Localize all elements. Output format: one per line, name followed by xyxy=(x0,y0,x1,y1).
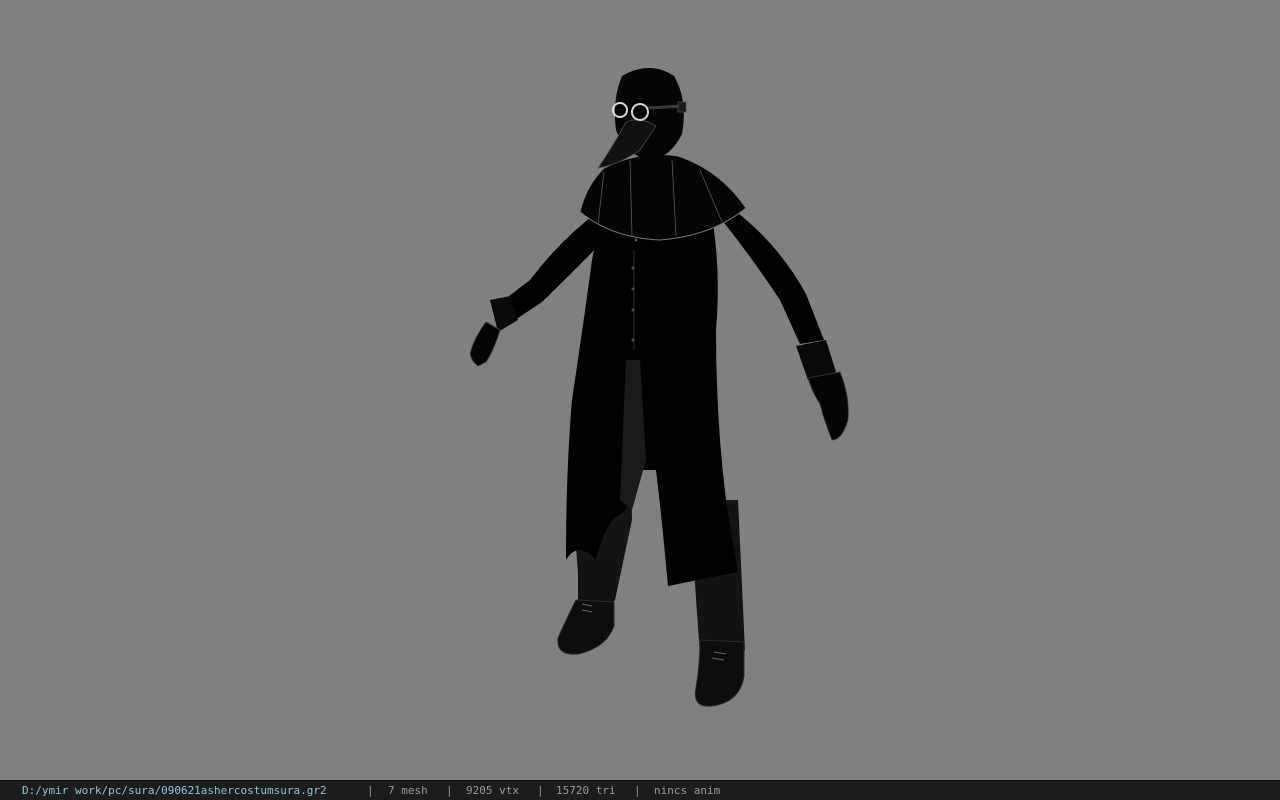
status-bar: D:/ymir work/pc/sura/090621ashercostumsu… xyxy=(0,780,1280,800)
triangle-count: 15720 tri xyxy=(556,784,616,797)
animation-status: nincs anim xyxy=(654,784,721,797)
right-arm xyxy=(702,196,849,441)
status-separator: | xyxy=(446,784,453,797)
character-model xyxy=(469,68,849,707)
vertex-count: 9205 vtx xyxy=(466,784,519,797)
mesh-count: 7 mesh xyxy=(388,784,428,797)
status-separator: | xyxy=(367,784,374,797)
long-coat xyxy=(566,196,738,586)
status-separator: | xyxy=(634,784,641,797)
3d-viewport[interactable] xyxy=(0,0,1280,780)
file-path: D:/ymir work/pc/sura/090621ashercostumsu… xyxy=(22,784,327,797)
status-separator: | xyxy=(537,784,544,797)
plague-mask xyxy=(597,68,687,169)
